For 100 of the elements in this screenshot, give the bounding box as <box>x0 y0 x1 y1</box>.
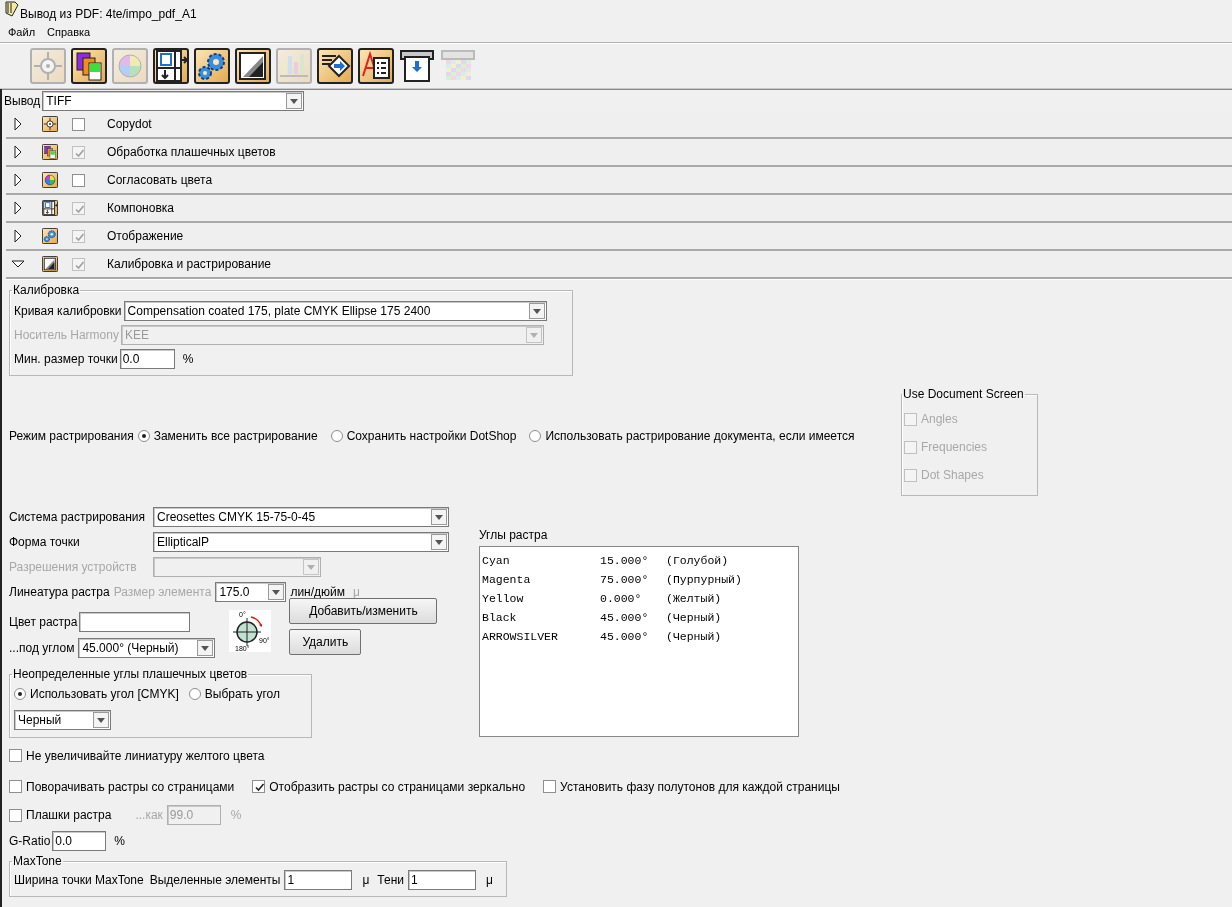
color-name: (Пурпурный) <box>666 573 742 586</box>
checkbox[interactable] <box>252 780 266 793</box>
checkbox[interactable] <box>72 201 85 215</box>
field-label: Цвет растра <box>9 615 78 629</box>
radio-label: Выбрать угол <box>204 687 280 701</box>
dropdown[interactable]: Черный <box>14 710 111 730</box>
group-title: Калибровка <box>12 283 81 297</box>
angle-value: 75.000° <box>600 573 650 586</box>
color-name: (Черный) <box>666 611 722 624</box>
toolbar-button[interactable] <box>194 48 230 84</box>
radio-label: Сохранить настройки DotShop <box>346 429 517 443</box>
menu-item[interactable]: Справка <box>41 23 97 40</box>
radio-button[interactable] <box>330 430 343 442</box>
toolbar-button[interactable] <box>358 48 394 84</box>
checkbox[interactable] <box>72 145 85 159</box>
checkbox-label: Angles <box>921 412 958 426</box>
checkbox-label: Отобразить растры со страницами зеркально <box>269 779 526 794</box>
add-edit-button[interactable]: Добавить/изменить <box>289 598 438 624</box>
dropdown[interactable]: EllipticalP <box>153 531 449 552</box>
angle-value: 0.000° <box>600 592 643 605</box>
radio-button[interactable] <box>14 688 26 700</box>
checkbox[interactable] <box>72 117 85 131</box>
checkbox[interactable] <box>72 173 85 187</box>
field-label: G-Ratio <box>9 834 51 848</box>
field-label: ...как <box>135 808 163 822</box>
caret-icon <box>286 92 303 109</box>
document-list-icon <box>358 48 394 84</box>
unit-label: % <box>182 352 194 366</box>
menu-item[interactable]: Файл <box>2 23 42 40</box>
checkbox[interactable] <box>9 749 22 762</box>
window-title: Вывод из PDF: 4te/impo_pdf_A1 <box>20 7 197 21</box>
field-label: Ширина точки MaxTone <box>14 873 144 887</box>
output-label: Вывод <box>4 93 41 108</box>
toolbar-button[interactable] <box>399 48 435 84</box>
section-title: Обработка плашечных цветов <box>107 145 276 159</box>
color-name: (Желтый) <box>666 592 722 605</box>
checkbox[interactable] <box>9 780 22 793</box>
toolbar-button[interactable] <box>153 48 189 84</box>
dropdown[interactable]: 175.0 <box>215 581 287 602</box>
caret-icon <box>431 508 447 525</box>
arrow-document-icon <box>317 48 353 84</box>
color-channel-name: Black <box>482 611 518 624</box>
input-field[interactable]: 1 <box>284 870 353 890</box>
section-title: Отображение <box>107 229 184 243</box>
unit-label: лин/дюйм <box>290 584 345 599</box>
input-field[interactable]: 1 <box>408 870 476 890</box>
color-channel-name: ARROWSILVER <box>482 630 559 643</box>
input-field[interactable] <box>79 612 191 632</box>
color-swatches-icon <box>71 48 107 84</box>
input-field[interactable]: 0.0 <box>119 349 175 369</box>
checkbox-label: Поворачивать растры со страницами <box>26 779 235 794</box>
caret-icon <box>525 327 542 343</box>
dropdown[interactable]: Creosettes CMYK 15-75-0-45 <box>153 506 449 527</box>
dropdown[interactable]: 45.000° (Черный) <box>78 638 216 658</box>
field-label: Режим растрирования <box>9 429 134 443</box>
color-wheel-icon <box>112 48 148 84</box>
toolbar-button[interactable] <box>71 48 107 84</box>
toolbar-button[interactable] <box>317 48 353 84</box>
input-field[interactable]: 0.0 <box>52 831 107 851</box>
caret-icon <box>268 583 285 600</box>
radio-button[interactable] <box>188 688 201 700</box>
field-label: Форма точки <box>9 534 81 549</box>
list-title: Углы растра <box>479 528 549 542</box>
field-label: Мин. размер точки <box>14 352 118 366</box>
checkbox[interactable] <box>72 229 85 243</box>
checkbox-label: Плашки растра <box>26 808 112 822</box>
radio-label: Использовать растрирование документа, если имеется <box>545 429 855 443</box>
caret-icon <box>197 640 214 656</box>
checkbox[interactable] <box>9 808 22 822</box>
section-title: Компоновка <box>107 201 174 215</box>
caret-icon <box>528 303 545 319</box>
radio-button[interactable] <box>137 430 150 442</box>
color-swatches-icon <box>42 144 58 160</box>
app-icon <box>4 0 20 18</box>
field-label: ...под углом <box>9 641 75 655</box>
delete-button[interactable]: Удалить <box>289 629 362 655</box>
radio-label: Использовать угол [CMYK] <box>30 687 179 701</box>
toolbar-button[interactable] <box>235 48 271 84</box>
caret-icon <box>93 712 109 728</box>
radio-button[interactable] <box>529 430 542 442</box>
crosshair-icon <box>30 48 66 84</box>
checkbox[interactable] <box>543 780 557 793</box>
field-label: Размер элемента <box>113 584 212 599</box>
checkbox[interactable] <box>72 257 85 271</box>
crosshair-icon <box>42 116 58 132</box>
color-name: (Голубой) <box>666 554 729 567</box>
dropdown[interactable]: Compensation coated 175, plate CMYK Ellipse 175 2400 <box>123 301 547 321</box>
unit-label: % <box>230 808 242 822</box>
section-title: Калибровка и растрирование <box>107 257 271 271</box>
angle-value: 45.000° <box>600 611 650 624</box>
gears-icon <box>194 48 230 84</box>
unit-label: μ <box>362 873 370 887</box>
caret-icon <box>431 533 447 550</box>
group-title: Неопределенные углы плашечных цветов <box>12 667 249 681</box>
gears-icon <box>42 228 58 244</box>
field-label: Разрешения устройств <box>9 559 138 574</box>
layout-icon <box>153 48 189 84</box>
output-dropdown[interactable]: TIFF <box>42 90 305 111</box>
field-label: Тени <box>377 873 404 887</box>
color-wheel-icon <box>42 172 58 188</box>
